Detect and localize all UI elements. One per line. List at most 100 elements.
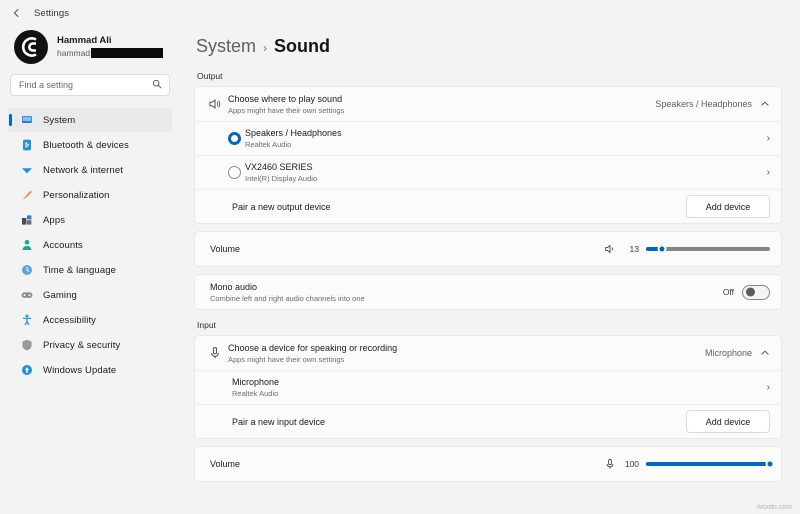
breadcrumb-parent[interactable]: System xyxy=(196,36,256,57)
sidebar-item-time-language[interactable]: Time & language xyxy=(8,258,172,282)
sidebar-nav: System Bluetooth & devices Network & int… xyxy=(8,108,172,382)
output-device-row[interactable]: Speakers / Headphones Realtek Audio › xyxy=(195,121,781,155)
sidebar-item-label: Network & internet xyxy=(43,165,123,176)
microphone-icon xyxy=(206,346,224,360)
output-chooser-text: Choose where to play sound Apps might ha… xyxy=(224,93,655,116)
input-volume-thumb[interactable] xyxy=(766,460,775,469)
output-pair-row: Pair a new output device Add device xyxy=(195,189,781,223)
input-volume-slider-group[interactable]: 100 xyxy=(604,458,770,470)
sidebar-item-label: Accounts xyxy=(43,240,83,251)
search-icon xyxy=(152,76,162,94)
mono-audio-toggle[interactable] xyxy=(742,285,770,300)
mono-audio-text: Mono audio Combine left and right audio … xyxy=(206,281,723,304)
back-arrow-icon[interactable] xyxy=(10,6,24,20)
system-icon xyxy=(20,114,33,127)
output-chooser-value-group[interactable]: Speakers / Headphones xyxy=(655,99,770,109)
input-device-name: Microphone xyxy=(232,376,767,388)
sidebar-item-system[interactable]: System xyxy=(8,108,172,132)
mono-audio-subtitle: Combine left and right audio channels in… xyxy=(210,293,723,304)
output-volume-thumb[interactable] xyxy=(658,245,667,254)
output-volume-card: Volume 13 xyxy=(194,231,782,267)
account-email-prefix: hammad xyxy=(57,47,90,59)
sidebar-item-windows-update[interactable]: Windows Update xyxy=(8,358,172,382)
output-chooser-row[interactable]: Choose where to play sound Apps might ha… xyxy=(195,87,781,121)
chevron-up-icon[interactable] xyxy=(760,348,770,358)
add-input-device-button[interactable]: Add device xyxy=(686,410,770,433)
output-section-label: Output xyxy=(197,71,782,81)
input-chooser-value-group[interactable]: Microphone xyxy=(705,348,770,358)
account-text: Hammad Ali hammad xyxy=(57,35,163,59)
output-volume-value: 13 xyxy=(623,244,639,254)
window-title: Settings xyxy=(34,8,69,19)
input-chooser-row[interactable]: Choose a device for speaking or recordin… xyxy=(195,336,781,370)
input-pair-label: Pair a new input device xyxy=(232,416,686,428)
apps-icon xyxy=(20,214,33,227)
input-section-label: Input xyxy=(197,320,782,330)
sidebar-item-network-internet[interactable]: Network & internet xyxy=(8,158,172,182)
input-device-driver: Realtek Audio xyxy=(232,388,767,399)
page-title: Sound xyxy=(274,36,330,57)
accounts-icon xyxy=(20,239,33,252)
breadcrumb-separator: › xyxy=(263,41,267,55)
chevron-right-icon[interactable]: › xyxy=(767,133,770,144)
output-chooser-title: Choose where to play sound xyxy=(228,93,655,105)
sidebar: Hammad Ali hammad System xyxy=(0,26,180,514)
paintbrush-icon xyxy=(20,189,33,202)
input-device-row[interactable]: Microphone Realtek Audio › xyxy=(195,370,781,404)
output-device-name: Speakers / Headphones xyxy=(245,127,767,139)
output-volume-slider-group[interactable]: 13 xyxy=(604,243,770,255)
account-email: hammad xyxy=(57,47,163,59)
sidebar-item-personalization[interactable]: Personalization xyxy=(8,183,172,207)
content-pane: System › Sound Output Choose where to pl… xyxy=(180,26,800,514)
input-volume-row: Volume 100 xyxy=(195,447,781,481)
speaker-icon xyxy=(604,243,616,255)
mono-audio-title: Mono audio xyxy=(210,281,723,293)
input-chooser-value: Microphone xyxy=(705,348,752,358)
mono-audio-row: Mono audio Combine left and right audio … xyxy=(195,275,781,309)
email-redaction-bar xyxy=(91,48,163,58)
clock-icon xyxy=(20,264,33,277)
add-output-device-button[interactable]: Add device xyxy=(686,195,770,218)
search-input[interactable] xyxy=(19,80,161,90)
input-volume-label: Volume xyxy=(210,458,604,470)
network-icon xyxy=(20,164,33,177)
sidebar-item-accounts[interactable]: Accounts xyxy=(8,233,172,257)
chevron-right-icon[interactable]: › xyxy=(767,167,770,178)
accessibility-icon xyxy=(20,314,33,327)
sidebar-item-label: Bluetooth & devices xyxy=(43,140,129,151)
user-avatar-icon xyxy=(14,30,48,64)
sidebar-item-accessibility[interactable]: Accessibility xyxy=(8,308,172,332)
toggle-knob xyxy=(746,288,755,297)
output-device-text: Speakers / Headphones Realtek Audio xyxy=(241,127,767,150)
chevron-right-icon[interactable]: › xyxy=(767,382,770,393)
output-device-driver: Intel(R) Display Audio xyxy=(245,173,767,184)
breadcrumb: System › Sound xyxy=(194,30,782,71)
output-volume-text: Volume xyxy=(206,243,604,255)
input-chooser-text: Choose a device for speaking or recordin… xyxy=(224,342,705,365)
settings-window: Settings Hammad Ali hammad xyxy=(0,0,800,514)
sidebar-item-label: Accessibility xyxy=(43,315,96,326)
output-pair-text: Pair a new output device xyxy=(206,201,686,213)
account-block[interactable]: Hammad Ali hammad xyxy=(8,26,172,74)
search-box[interactable] xyxy=(10,74,170,96)
mono-audio-toggle-group[interactable]: Off xyxy=(723,285,770,300)
sidebar-item-label: Windows Update xyxy=(43,365,116,376)
sidebar-item-gaming[interactable]: Gaming xyxy=(8,283,172,307)
output-device-radio[interactable] xyxy=(228,166,241,179)
sidebar-item-label: Time & language xyxy=(43,265,116,276)
sidebar-item-privacy-security[interactable]: Privacy & security xyxy=(8,333,172,357)
input-volume-slider[interactable] xyxy=(646,462,770,466)
input-chooser-title: Choose a device for speaking or recordin… xyxy=(228,342,705,354)
sidebar-item-apps[interactable]: Apps xyxy=(8,208,172,232)
sidebar-item-bluetooth-devices[interactable]: Bluetooth & devices xyxy=(8,133,172,157)
title-bar: Settings xyxy=(0,0,800,26)
chevron-up-icon[interactable] xyxy=(760,99,770,109)
output-device-row[interactable]: VX2460 SERIES Intel(R) Display Audio › xyxy=(195,155,781,189)
output-device-radio[interactable] xyxy=(228,132,241,145)
output-volume-slider[interactable] xyxy=(646,247,770,251)
watermark: wsxdn.com xyxy=(757,504,792,511)
output-chooser-subtitle: Apps might have their own settings xyxy=(228,105,655,116)
sidebar-item-label: Gaming xyxy=(43,290,77,301)
input-pair-row: Pair a new input device Add device xyxy=(195,404,781,438)
window-body: Hammad Ali hammad System xyxy=(0,26,800,514)
